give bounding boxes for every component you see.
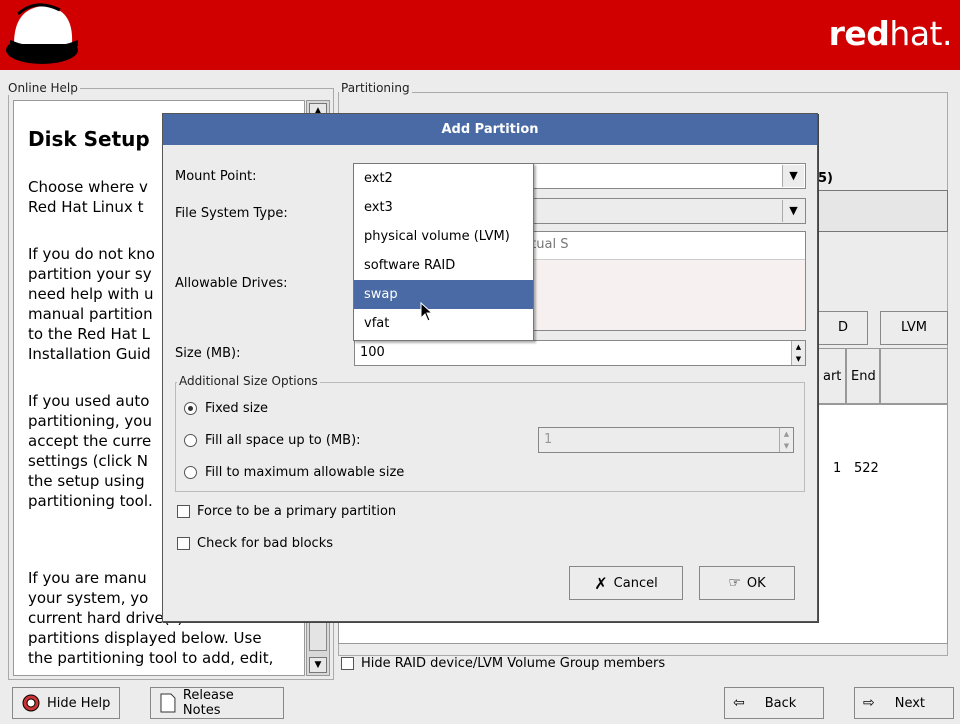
hide-help-button[interactable]: Hide Help	[12, 687, 120, 719]
chevron-down-icon[interactable]: ▼	[782, 200, 804, 222]
fs-option-ext3[interactable]: ext3	[354, 193, 533, 222]
size-spinbox[interactable]: 100 ▲ ▼	[354, 340, 806, 366]
checkbox-box[interactable]	[177, 537, 190, 550]
ok-button[interactable]: ☞ OK	[699, 566, 795, 600]
radio-selected[interactable]	[184, 402, 197, 415]
arrow-right-icon: ⇨	[863, 695, 875, 711]
release-notes-button[interactable]: Release Notes	[150, 687, 284, 719]
fill-up-to-radio[interactable]: Fill all space up to (MB):	[184, 433, 361, 448]
spin-arrows-icon[interactable]: ▲ ▼	[791, 341, 805, 365]
checkbox-box[interactable]	[177, 505, 190, 518]
fs-option-swap[interactable]: swap	[354, 280, 533, 309]
fs-type-label: File System Type:	[175, 206, 288, 221]
radio-unselected[interactable]	[184, 466, 197, 479]
back-button[interactable]: ⇦ Back	[724, 687, 824, 719]
document-icon	[160, 693, 176, 713]
spin-arrows-icon[interactable]: ▲ ▼	[779, 428, 793, 452]
fs-option-vfat[interactable]: vfat	[354, 309, 533, 338]
help-title: Disk Setup	[28, 127, 150, 151]
mount-point-label: Mount Point:	[175, 169, 257, 184]
size-options-group: Fixed size Fill all space up to (MB): Fi…	[175, 382, 805, 492]
dialog-title: Add Partition	[163, 114, 817, 145]
fs-option-raid[interactable]: software RAID	[354, 251, 533, 280]
next-button[interactable]: ⇨ Next	[854, 687, 954, 719]
ok-hand-icon: ☞	[728, 575, 741, 591]
redhat-logo: redhat.	[828, 14, 953, 53]
lifebuoy-icon	[22, 694, 40, 712]
primary-partition-checkbox[interactable]: Force to be a primary partition	[177, 504, 396, 519]
arrow-left-icon: ⇦	[733, 695, 745, 711]
bad-blocks-checkbox[interactable]: Check for bad blocks	[177, 536, 333, 551]
fill-size-spinbox[interactable]: 1 ▲ ▼	[538, 427, 794, 453]
mouse-pointer-icon	[420, 302, 434, 322]
fs-option-lvm[interactable]: physical volume (LVM)	[354, 222, 533, 251]
fill-max-radio[interactable]: Fill to maximum allowable size	[184, 465, 404, 480]
radio-unselected[interactable]	[184, 434, 197, 447]
column-end[interactable]: End	[846, 348, 880, 404]
fs-type-dropdown[interactable]: ext2 ext3 physical volume (LVM) software…	[353, 163, 534, 341]
column-start[interactable]: art	[818, 348, 846, 404]
shadowman-logo	[6, 3, 78, 64]
group-legend: Additional Size Options	[177, 374, 320, 388]
cancel-x-icon: ✗	[594, 573, 608, 593]
help-legend: Online Help	[6, 81, 80, 95]
disk-usage-bar	[800, 190, 948, 232]
lvm-button[interactable]: LVM	[880, 311, 948, 345]
size-label: Size (MB):	[175, 346, 241, 361]
drives-label: Allowable Drives:	[175, 276, 288, 291]
checkbox-box[interactable]	[341, 657, 354, 670]
new-button[interactable]: D	[818, 311, 868, 345]
hide-raid-checkbox[interactable]: Hide RAID device/LVM Volume Group member…	[341, 656, 665, 671]
column-blank[interactable]	[880, 348, 948, 404]
fs-option-ext2[interactable]: ext2	[354, 164, 533, 193]
row-start: 1	[833, 461, 842, 476]
scroll-down-icon[interactable]: ▼	[309, 657, 327, 673]
fixed-size-radio[interactable]: Fixed size	[184, 401, 268, 416]
chevron-down-icon[interactable]: ▼	[782, 165, 804, 187]
header-banner: redhat.	[0, 0, 960, 70]
partitioning-legend: Partitioning	[339, 81, 412, 95]
disk-label: 5)	[818, 171, 833, 186]
row-end: 522	[854, 461, 879, 476]
cancel-button[interactable]: ✗ Cancel	[569, 566, 683, 600]
